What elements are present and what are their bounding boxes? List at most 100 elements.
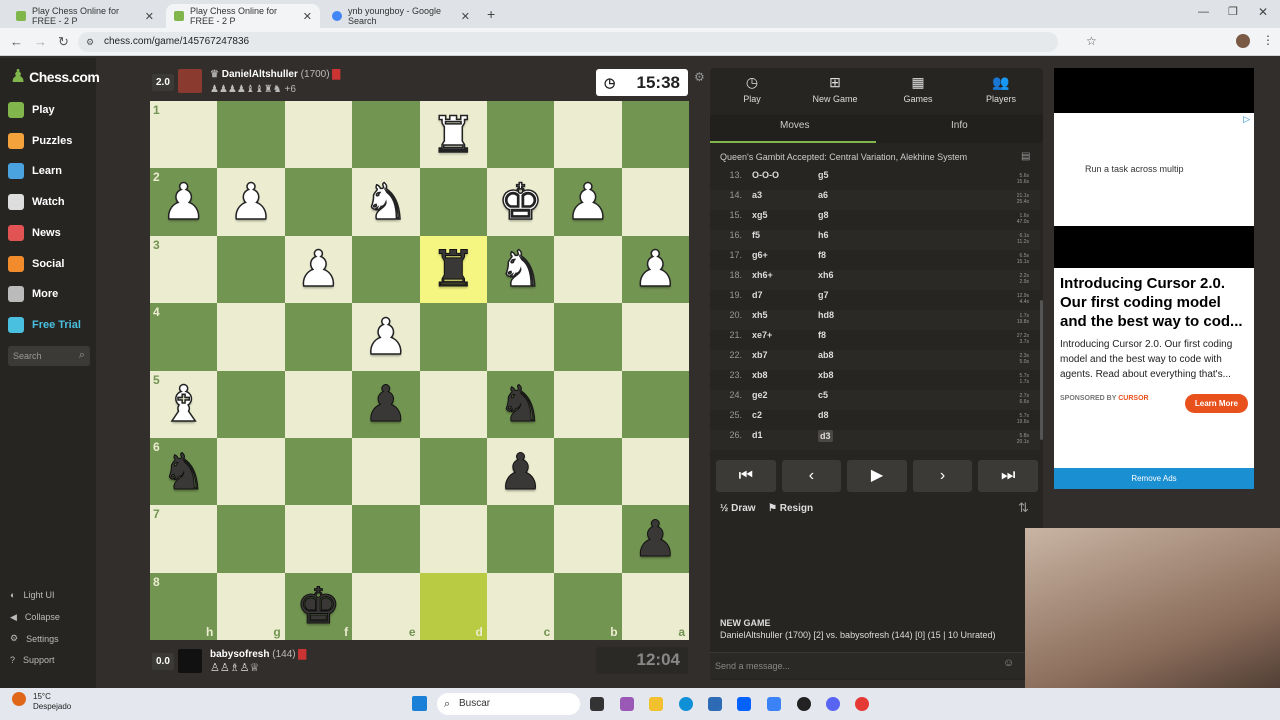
black-move[interactable]: ab8 [818,350,834,360]
square-a5[interactable] [621,370,689,438]
obs-icon[interactable] [797,697,811,711]
play-button[interactable]: ▶ [847,460,907,492]
edge-icon[interactable] [679,697,693,711]
back-icon[interactable]: ← [10,34,23,49]
move-list-scrollbar[interactable] [1040,300,1043,440]
close-icon[interactable]: ✕ [145,10,154,23]
sidebar-item-free-trial[interactable]: Free Trial [8,315,81,335]
square-c8[interactable]: c [486,572,555,640]
square-b1[interactable] [554,101,622,169]
square-e8[interactable]: e [352,572,420,640]
chess-board[interactable]: 1 ♜ 2 ♟ ♟ ♞ ♚ ♟ 3 ♟ ♜ ♞ ♟ 4 ♟ 5 ♝ ♟ ♞ 6 ♞ ♟ 7 ♟ 8 h g f ♚ e d c b a [150,101,689,640]
black-move[interactable]: a6 [818,190,828,200]
black-move[interactable]: d3 [818,430,833,442]
square-c6[interactable]: ♟ [486,437,555,506]
sidebar-bottom-support[interactable]: ? Support [10,655,55,665]
sidebar-item-social[interactable]: Social [8,254,64,274]
white-piece[interactable]: ♟ [295,244,341,296]
black-piece[interactable]: ♟ [498,446,544,497]
square-d4[interactable] [419,303,487,371]
close-window-button[interactable]: ✕ [1258,5,1268,19]
black-move[interactable]: c5 [818,390,828,400]
square-b6[interactable] [554,437,622,506]
square-d6[interactable] [419,437,487,506]
learn-more-button[interactable]: Learn More [1184,394,1248,413]
black-piece[interactable]: ♞ [498,379,544,430]
square-g8[interactable]: g [217,572,285,640]
black-piece[interactable]: ♞ [161,446,207,497]
white-move[interactable]: a3 [752,190,762,200]
white-move[interactable]: xb8 [752,370,768,380]
weather-widget[interactable]: 15°C Despejado [33,692,71,712]
white-move[interactable]: O-O-O [752,170,779,180]
square-h6[interactable]: 6 ♞ [150,437,218,506]
black-piece[interactable]: ♟ [632,513,678,564]
emoji-icon[interactable]: ☺ [1003,657,1014,669]
square-g7[interactable] [217,505,285,573]
last-move-button[interactable]: ⏭ [978,460,1038,492]
square-h7[interactable]: 7 [150,505,218,573]
remove-ads-button[interactable]: Remove Ads [1054,468,1254,489]
black-move[interactable]: f8 [818,250,826,260]
square-c7[interactable] [486,505,555,573]
square-f4[interactable] [284,303,353,371]
white-piece[interactable]: ♞ [497,244,543,296]
black-move[interactable]: g5 [818,170,829,180]
sidebar-bottom-light-ui[interactable]: ◐ Light UI [10,590,54,600]
black-move[interactable]: d8 [818,410,829,420]
black-move[interactable]: xh6 [818,270,834,280]
store-icon[interactable] [708,697,722,711]
ad-choices-icon[interactable]: ▷ [1243,114,1250,125]
browser-tab-2[interactable]: Play Chess Online for FREE - 2 P ✕ [166,4,320,28]
discord-icon[interactable] [826,697,840,711]
white-move[interactable]: f5 [752,230,760,240]
white-piece[interactable]: ♜ [430,109,476,161]
black-move[interactable]: xb8 [818,370,834,380]
tab-info[interactable]: Info [951,120,968,131]
square-a4[interactable] [621,303,689,371]
white-piece[interactable]: ♟ [228,176,274,228]
square-e3[interactable] [352,235,420,304]
forward-icon[interactable]: → [34,34,47,49]
panel-tab-play[interactable]: ◷ Play [712,74,792,104]
white-move[interactable]: xe7+ [752,330,772,340]
square-a8[interactable]: a [621,572,689,640]
square-e6[interactable] [352,437,420,506]
panel-tab-games[interactable]: ▦ Games [878,74,958,104]
square-c2[interactable]: ♚ [486,168,555,236]
clipboard-icon[interactable]: ▤ [1021,151,1030,162]
black-move[interactable]: g8 [818,210,829,220]
square-a3[interactable]: ♟ [621,235,689,304]
white-move[interactable]: ge2 [752,390,768,400]
square-c5[interactable]: ♞ [486,370,555,438]
square-h8[interactable]: 8h [150,572,218,640]
first-move-button[interactable]: ⏮ [716,460,776,492]
square-f6[interactable] [284,437,353,506]
square-h5[interactable]: 5 ♝ [150,370,218,438]
panel-tab-new-game[interactable]: ⊞ New Game [795,74,875,104]
white-piece[interactable]: ♟ [363,311,409,363]
sidebar-item-puzzles[interactable]: Puzzles [8,131,72,151]
black-piece[interactable]: ♚ [296,581,342,632]
resign-button[interactable]: ⚑ Resign [768,503,813,514]
black-move[interactable]: f8 [818,330,826,340]
square-g2[interactable]: ♟ [217,168,285,236]
black-move[interactable]: hd8 [818,310,834,320]
chat-input[interactable]: Send a message... [710,652,1043,678]
square-a2[interactable] [621,168,689,236]
minimize-button[interactable]: — [1198,6,1209,18]
square-d8[interactable]: d [419,572,487,640]
white-piece[interactable]: ♟ [632,244,678,296]
white-piece[interactable]: ♝ [161,378,207,430]
site-info-icon[interactable]: ⚙ [86,37,94,48]
white-move[interactable]: d7 [752,290,763,300]
browser-tab-1[interactable]: Play Chess Online for FREE - 2 P ✕ [8,4,162,28]
square-f8[interactable]: f ♚ [284,572,353,640]
profile-avatar[interactable] [1236,34,1250,48]
white-move[interactable]: g6+ [752,250,768,260]
prev-move-button[interactable]: ‹ [781,460,842,492]
browser-tab-3[interactable]: ynb youngboy - Google Search ✕ [324,4,478,28]
square-a7[interactable]: ♟ [621,505,689,573]
top-player-avatar[interactable] [178,69,202,93]
square-d3[interactable]: ♜ [419,235,487,304]
